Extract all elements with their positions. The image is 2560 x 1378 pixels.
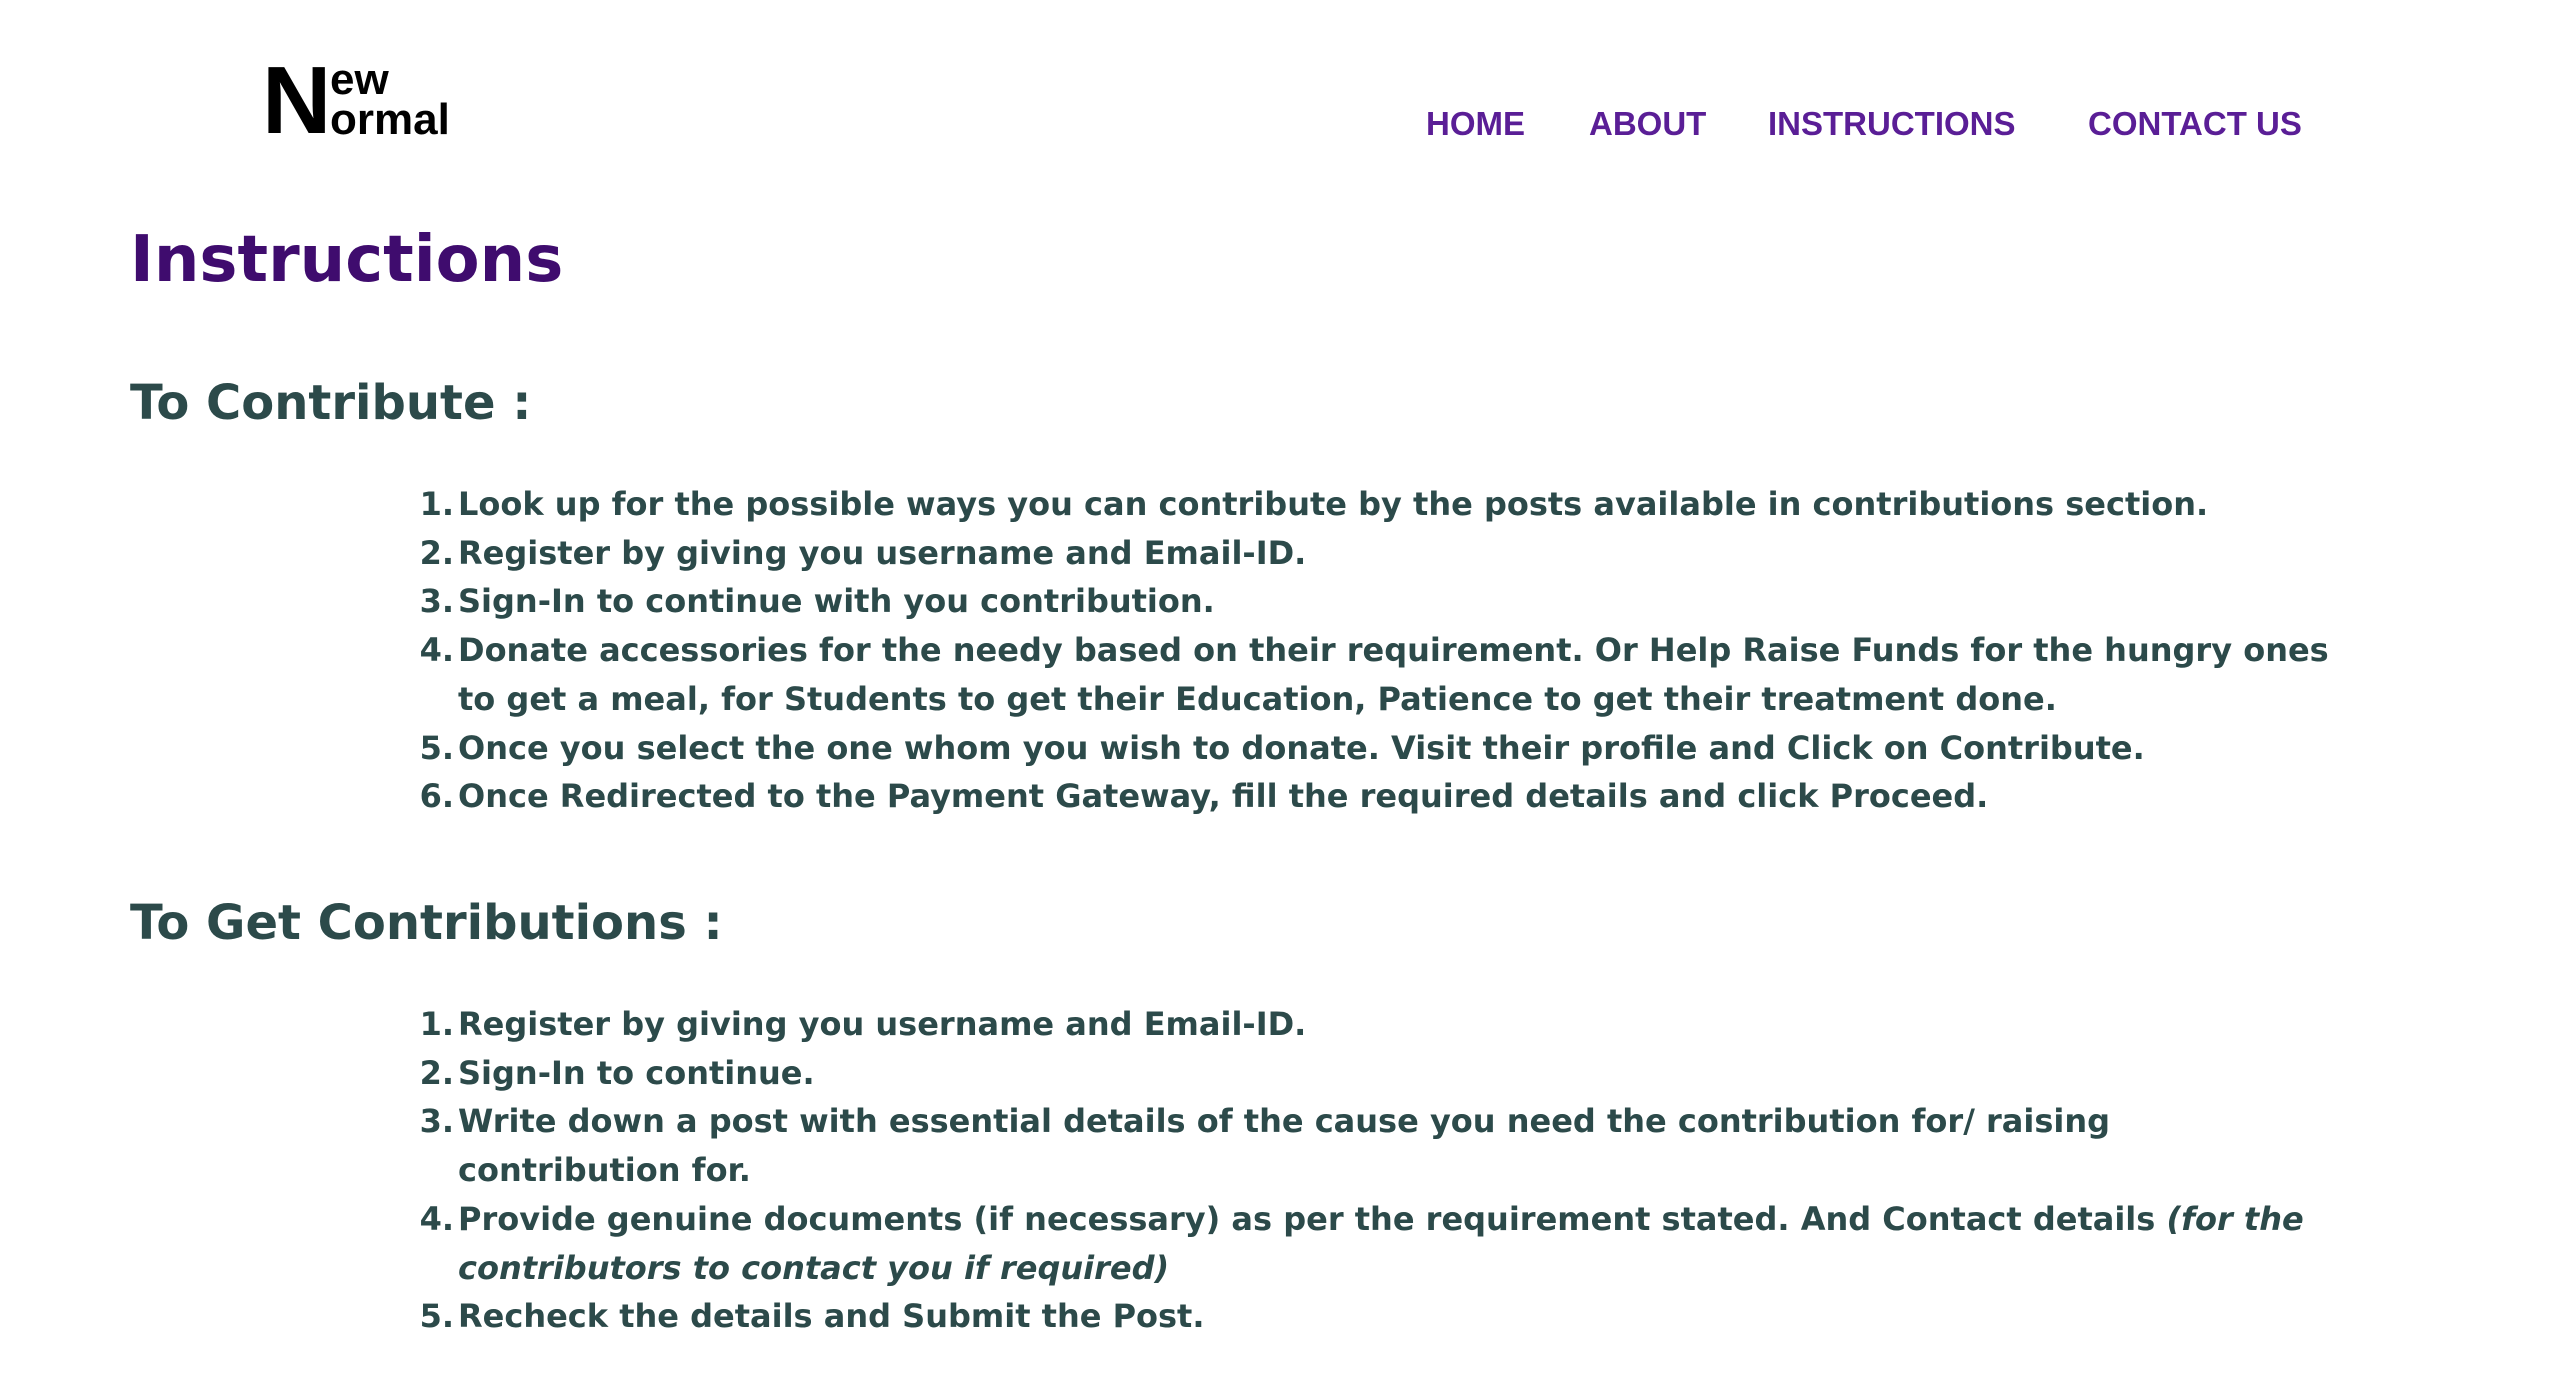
list-item: 5. Recheck the details and Submit the Pos… <box>420 1292 2338 1341</box>
step-number: 3. <box>419 582 454 621</box>
step-number: 5. <box>419 728 454 767</box>
step-number: 1. <box>419 485 454 523</box>
nav-link-about[interactable]: ABOUT <box>1589 100 1706 148</box>
step-number: 5. <box>419 1297 454 1336</box>
step-text: Look up for the possible ways you can co… <box>458 485 2209 523</box>
page-title: Instructions <box>130 223 564 297</box>
list-item: 6. Once Redirected to the Payment Gateway… <box>420 772 2338 821</box>
step-text: Sign-In to continue. <box>458 1053 815 1092</box>
list-item: 4. Provide genuine documents (if necessar… <box>420 1195 2338 1292</box>
step-text: Recheck the details and Submit the Post. <box>458 1297 1205 1336</box>
list-item: 1. Register by giving you username and Em… <box>420 1000 2338 1049</box>
list-item: 1. Look up for the possible ways you can … <box>420 480 2338 529</box>
step-number: 6. <box>419 777 454 816</box>
step-text: Once Redirected to the Payment Gateway, … <box>458 777 1989 816</box>
list-item: 2. Sign-In to continue. <box>420 1049 2338 1098</box>
list-item: 4. Donate accessories for the needy based… <box>420 626 2338 723</box>
nav-link-instructions[interactable]: INSTRUCTIONS <box>1768 100 2016 148</box>
contribute-steps-list: 1. Look up for the possible ways you can … <box>420 480 2338 821</box>
step-text: Donate accessories for the needy based o… <box>458 631 2329 718</box>
step-text: Provide genuine documents (if necessary)… <box>458 1199 2167 1238</box>
section-title-get-contributions: To Get Contributions : <box>130 895 723 951</box>
list-item: 2. Register by giving you username and Em… <box>420 529 2338 578</box>
section-title-contribute: To Contribute : <box>130 375 532 431</box>
step-number: 2. <box>419 1053 454 1092</box>
step-number: 2. <box>419 533 454 572</box>
step-text: Write down a post with essential details… <box>458 1102 2111 1190</box>
nav-link-home[interactable]: HOME <box>1426 100 1525 148</box>
step-number: 1. <box>419 1005 454 1043</box>
step-text: Register by giving you username and Emai… <box>458 1005 1307 1043</box>
list-item: 5. Once you select the one whom you wish … <box>420 724 2338 773</box>
step-text: Sign-In to continue with you contributio… <box>458 582 1215 621</box>
step-number: 4. <box>419 1199 454 1238</box>
step-number: 3. <box>419 1102 454 1141</box>
step-text: Register by giving you username and Emai… <box>458 533 1307 572</box>
list-item: 3. Write down a post with essential detai… <box>420 1097 2338 1194</box>
step-text: Once you select the one whom you wish to… <box>458 728 2145 767</box>
list-item: 3. Sign-In to continue with you contribut… <box>420 577 2338 626</box>
nav-link-contact-us[interactable]: CONTACT US <box>2088 100 2302 148</box>
main-nav: HOME ABOUT INSTRUCTIONS CONTACT US <box>0 100 2560 148</box>
get-contributions-steps-list: 1. Register by giving you username and Em… <box>420 1000 2338 1341</box>
step-number: 4. <box>419 631 454 670</box>
